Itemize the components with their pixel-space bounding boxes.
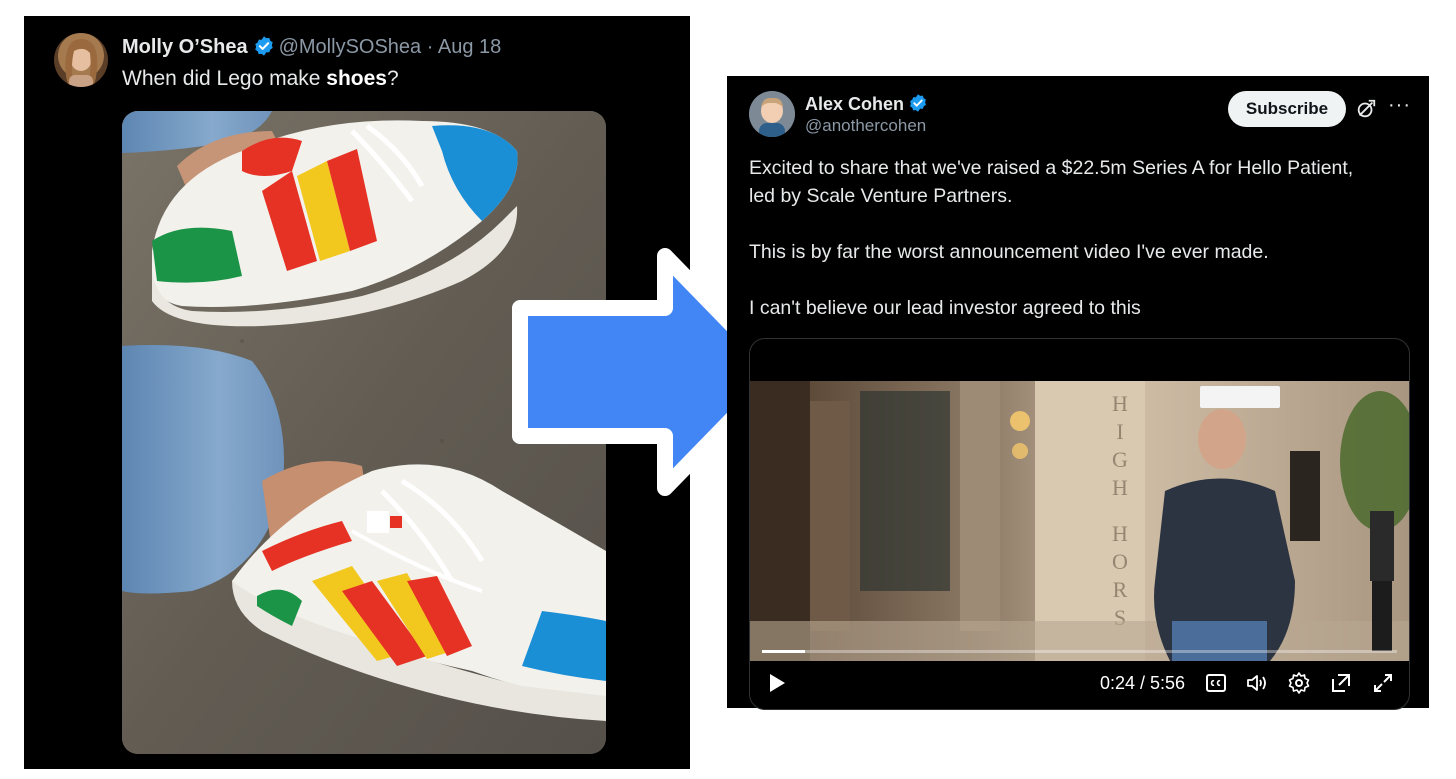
tweet-text-bold: shoes xyxy=(326,67,387,90)
closed-captions-icon[interactable] xyxy=(1204,671,1228,695)
tweet-text-suffix: ? xyxy=(387,67,399,90)
tweet-text-line: This is by far the worst announcement vi… xyxy=(749,241,1269,263)
avatar[interactable] xyxy=(749,91,795,137)
video-timestamp: 0:24 / 5:56 xyxy=(1100,673,1186,693)
tweet-text-line: led by Scale Venture Partners. xyxy=(749,185,1013,207)
author-name-row: Alex Cohen xyxy=(805,93,932,115)
video-still: HIGH HORS xyxy=(750,381,1409,661)
tweet-text: When did Lego make shoes? xyxy=(122,67,399,91)
author-name[interactable]: Molly O’Shea xyxy=(122,36,248,58)
more-options-icon[interactable]: ··· xyxy=(1388,94,1411,117)
author-handle[interactable]: @anothercohen xyxy=(805,116,926,136)
play-icon[interactable] xyxy=(764,671,788,695)
right-tweet: Alex Cohen @anothercohen Subscribe ··· E… xyxy=(727,76,1429,710)
settings-gear-icon[interactable] xyxy=(1287,671,1311,695)
volume-icon[interactable] xyxy=(1245,671,1269,695)
author-handle[interactable]: @MollySOShea xyxy=(279,36,422,58)
tweet-text-prefix: When did Lego make xyxy=(122,67,327,90)
tweet-text-line: I can't believe our lead investor agreed… xyxy=(749,297,1141,319)
svg-text:H: H xyxy=(1112,475,1128,500)
tweet-date[interactable]: Aug 18 xyxy=(438,36,501,58)
svg-text:O: O xyxy=(1112,549,1128,574)
svg-text:H: H xyxy=(1112,521,1128,546)
video-progress-fill xyxy=(762,650,806,653)
verified-badge-icon xyxy=(910,94,926,112)
video-progress-bar[interactable] xyxy=(762,650,1397,653)
subscribe-button[interactable]: Subscribe xyxy=(1228,91,1346,127)
svg-text:H: H xyxy=(1112,391,1128,416)
video-frame[interactable]: HIGH HORS xyxy=(750,381,1409,661)
video-player[interactable]: HIGH HORS 0:24 / 5:56 xyxy=(749,338,1410,710)
svg-text:G: G xyxy=(1112,447,1128,472)
grok-icon[interactable] xyxy=(1355,98,1377,120)
pop-out-icon[interactable] xyxy=(1329,671,1353,695)
verified-badge-icon xyxy=(254,36,273,56)
author-row: Molly O’Shea @MollySOShea · Aug 18 xyxy=(122,35,501,59)
svg-text:I: I xyxy=(1116,419,1123,444)
author-name[interactable]: Alex Cohen xyxy=(805,94,904,114)
svg-text:R: R xyxy=(1113,577,1128,602)
fullscreen-icon[interactable] xyxy=(1371,671,1395,695)
video-controls: 0:24 / 5:56 xyxy=(750,661,1409,709)
tweet-text-line: Excited to share that we've raised a $22… xyxy=(749,157,1354,179)
avatar[interactable] xyxy=(54,33,108,87)
